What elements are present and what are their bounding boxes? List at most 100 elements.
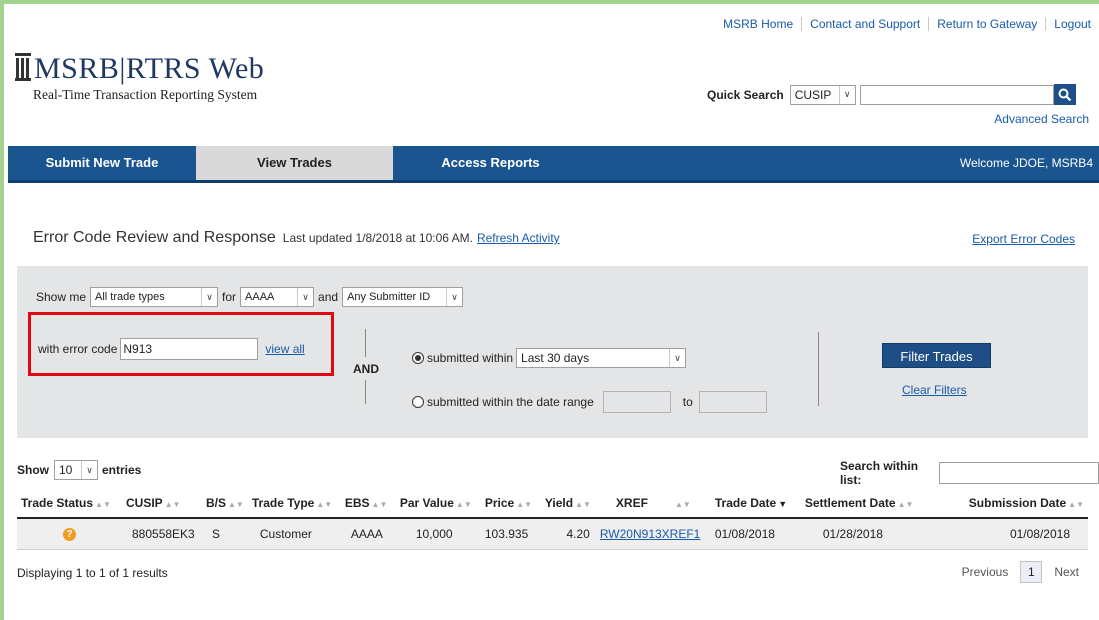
logo-subtitle: Real-Time Transaction Reporting System [33, 87, 258, 102]
entries-select[interactable]: 10 ∨ [54, 460, 98, 480]
col-par-value[interactable]: Par Value ▲▼ [395, 489, 481, 519]
period-value: Last 30 days [521, 351, 590, 365]
cell-submission-date: 01/08/2018 [927, 518, 1088, 550]
return-gateway-link[interactable]: Return to Gateway [928, 17, 1045, 31]
search-button[interactable] [1053, 84, 1076, 105]
entries-control: Show 10 ∨ entries [17, 460, 141, 480]
col-settlement-date[interactable]: Settlement Date ▲▼ [800, 489, 928, 519]
window-frame-left [0, 0, 4, 620]
table-header-row: Trade Status ▲▼ CUSIP ▲▼ B/S ▲▼ Trade Type ▲… [17, 489, 1088, 519]
col-yield[interactable]: Yield ▲▼ [540, 489, 596, 519]
col-bs[interactable]: B/S ▲▼ [202, 489, 248, 519]
end-date-input[interactable] [698, 391, 767, 413]
sort-icon: ▲▼ [371, 500, 388, 509]
filter-trades-button[interactable]: Filter Trades [882, 343, 991, 368]
question-status-icon[interactable]: ? [63, 528, 76, 542]
next-page-button[interactable]: Next [1054, 565, 1079, 579]
trade-types-value: All trade types [95, 291, 165, 303]
msrb-home-link[interactable]: MSRB Home [715, 17, 801, 31]
view-all-link[interactable]: view all [265, 342, 304, 356]
date-range-label: submitted within the date range [427, 395, 594, 409]
cell-xref: RW20N913XREF1 [595, 518, 711, 550]
sort-icon: ▲▼ [95, 500, 111, 509]
table-row[interactable]: ? 880558EK3 S Customer AAAA 10,000 103.9… [17, 518, 1088, 550]
search-icon [1058, 88, 1071, 101]
divider-right [818, 332, 819, 406]
dealer-select[interactable]: AAAA ∨ [240, 287, 315, 307]
chevron-down-icon: ∨ [297, 288, 313, 306]
show-label: Show [17, 463, 49, 477]
col-trade-type[interactable]: Trade Type ▲▼ [247, 489, 341, 519]
search-within-list: Search within list: [840, 459, 1099, 487]
chevron-down-icon: ∨ [838, 85, 855, 104]
submitted-within-label: submitted within [427, 351, 514, 365]
and-separator: AND [353, 362, 379, 376]
main-nav: Submit New Trade View Trades Access Repo… [8, 146, 1099, 183]
col-trade-status[interactable]: Trade Status ▲▼ [17, 489, 122, 519]
contact-support-link[interactable]: Contact and Support [801, 17, 928, 31]
tab-access-reports[interactable]: Access Reports [393, 146, 588, 180]
start-date-input[interactable] [602, 391, 671, 413]
cell-bs: S [202, 518, 248, 550]
error-code-label: with error code [38, 342, 118, 356]
clear-filters-link[interactable]: Clear Filters [902, 383, 967, 397]
page-1-button[interactable]: 1 [1020, 561, 1043, 583]
top-links: MSRB Home Contact and Support Return to … [715, 17, 1099, 31]
refresh-activity-link[interactable]: Refresh Activity [477, 231, 560, 245]
logout-link[interactable]: Logout [1045, 17, 1099, 31]
error-code-input[interactable]: N913 [120, 338, 259, 360]
cell-cusip: 880558EK3 [122, 518, 202, 550]
last-updated-text: Last updated 1/8/2018 at 10:06 AM. [282, 231, 473, 245]
cell-trade-type: Customer [247, 518, 341, 550]
previous-page-button[interactable]: Previous [962, 565, 1009, 579]
col-xref[interactable]: XREF ▲▼ [595, 489, 711, 519]
sort-icon: ▲▼ [1068, 500, 1084, 509]
cell-trade-date: 01/08/2018 [710, 518, 801, 550]
col-submission-date[interactable]: Submission Date ▲▼ [927, 489, 1088, 519]
sort-icon: ▲▼ [455, 500, 472, 509]
dealer-value: AAAA [245, 291, 275, 303]
error-code-row: with error code N913 view all [38, 338, 305, 360]
filter-panel: Show me All trade types ∨ for AAAA ∨ and… [17, 266, 1088, 438]
col-cusip[interactable]: CUSIP ▲▼ [122, 489, 202, 519]
window-frame-top [0, 0, 1099, 4]
sort-icon: ▲▼ [164, 500, 181, 509]
tab-submit-new-trade[interactable]: Submit New Trade [8, 146, 196, 180]
cell-settlement-date: 01/28/2018 [800, 518, 928, 550]
period-select[interactable]: Last 30 days ∨ [516, 348, 687, 368]
sort-descending-icon: ▼ [778, 499, 788, 509]
export-error-codes-link[interactable]: Export Error Codes [972, 232, 1075, 246]
quick-search-type-select[interactable]: CUSIP ∨ [789, 84, 856, 105]
col-ebs[interactable]: EBS ▲▼ [340, 489, 396, 519]
entries-value: 10 [59, 463, 73, 477]
search-within-input[interactable] [939, 462, 1099, 484]
radio-unselected[interactable] [412, 396, 424, 408]
sort-icon: ▲▼ [674, 500, 691, 509]
col-price[interactable]: Price ▲▼ [480, 489, 541, 519]
trades-table: Trade Status ▲▼ CUSIP ▲▼ B/S ▲▼ Trade Type ▲… [17, 489, 1088, 550]
xref-link[interactable]: RW20N913XREF1 [600, 527, 701, 541]
quick-search: Quick Search CUSIP ∨ [707, 84, 1076, 105]
sort-icon: ▲▼ [897, 500, 914, 509]
advanced-search-link[interactable]: Advanced Search [994, 112, 1089, 126]
submitter-value: Any Submitter ID [347, 291, 431, 303]
chevron-down-icon: ∨ [669, 349, 685, 367]
show-me-label: Show me [36, 290, 87, 304]
col-trade-date[interactable]: Trade Date ▼ [710, 489, 801, 519]
tab-view-trades[interactable]: View Trades [196, 146, 393, 180]
radio-selected[interactable] [412, 352, 424, 364]
sort-icon: ▲▼ [228, 500, 244, 509]
quick-search-type-value: CUSIP [794, 87, 832, 102]
cell-ebs: AAAA [340, 518, 396, 550]
date-range-option[interactable]: submitted within the date range to [412, 391, 767, 413]
cell-yield: 4.20 [540, 518, 596, 550]
quick-search-input[interactable] [859, 84, 1054, 105]
trade-types-select[interactable]: All trade types ∨ [90, 287, 219, 307]
welcome-text: Welcome JDOE, MSRB4 [959, 156, 1093, 170]
submitter-select[interactable]: Any Submitter ID ∨ [342, 287, 464, 307]
msrb-logo[interactable]: MSRB|RTRS Web Real-Time Transaction Repo… [15, 53, 264, 103]
divider-lower [365, 380, 366, 404]
submitted-within-option[interactable]: submitted within Last 30 days ∨ [412, 348, 687, 368]
chevron-down-icon: ∨ [446, 288, 462, 306]
and-label: and [318, 290, 339, 304]
